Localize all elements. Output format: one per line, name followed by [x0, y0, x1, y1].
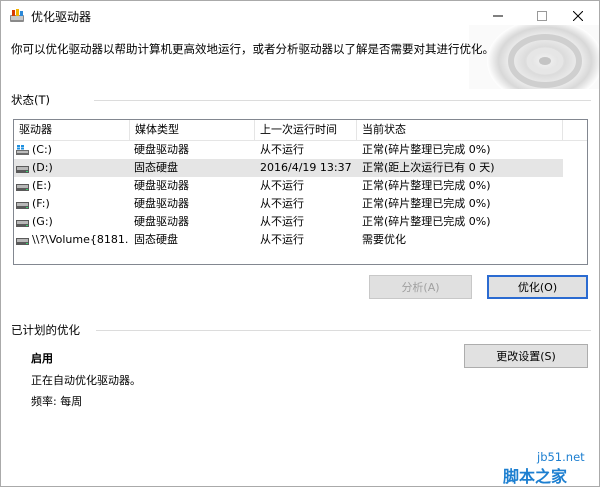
drive-name: (E:) [32, 179, 52, 192]
drive-name: (F:) [32, 197, 50, 210]
drive-icon [16, 166, 29, 173]
table-row[interactable]: (G:) 硬盘驱动器 从不运行 正常(碎片整理已完成 0%) [14, 213, 563, 231]
column-header-last-run[interactable]: 上一次运行时间 [255, 120, 357, 140]
defrag-app-icon [10, 9, 24, 22]
drive-name: \\?\Volume{8181... [32, 233, 128, 246]
drive-icon [16, 202, 29, 209]
maximize-icon [537, 11, 547, 21]
window-title: 优化驱动器 [31, 10, 92, 24]
drive-status: 正常(碎片整理已完成 0%) [362, 197, 491, 210]
description-text: 你可以优化驱动器以帮助计算机更高效地运行，或者分析驱动器以了解是否需要对其进行优… [11, 42, 494, 56]
close-icon [573, 11, 583, 21]
media-type: 固态硬盘 [134, 233, 178, 246]
drive-name: (G:) [32, 215, 53, 228]
table-row[interactable]: \\?\Volume{8181... 固态硬盘 从不运行 需要优化 [14, 231, 563, 249]
drive-status: 需要优化 [362, 233, 406, 246]
schedule-detail: 正在自动优化驱动器。 [31, 374, 141, 387]
drive-list[interactable]: 驱动器 媒体类型 上一次运行时间 当前状态 (C:) 硬盘驱动器 从不运行 正常… [13, 119, 588, 265]
drive-status: 正常(碎片整理已完成 0%) [362, 179, 491, 192]
last-run: 从不运行 [260, 215, 304, 228]
drive-name: (C:) [32, 143, 52, 156]
windows-drive-icon [16, 145, 29, 155]
minimize-icon [493, 15, 503, 17]
column-header-drive[interactable]: 驱动器 [14, 120, 130, 140]
media-type: 硬盘驱动器 [134, 197, 189, 210]
change-settings-button[interactable]: 更改设置(S) [464, 344, 588, 368]
status-section-title: 状态(T) [11, 93, 50, 107]
scheduled-divider [96, 330, 591, 331]
drive-status: 正常(距上次运行已有 0 天) [362, 161, 495, 174]
column-header-media-type[interactable]: 媒体类型 [130, 120, 255, 140]
last-run: 2016/4/19 13:37 [260, 161, 352, 174]
watermark-logo: 脚本之家 [503, 467, 568, 486]
schedule-state: 启用 [31, 352, 53, 365]
media-type: 硬盘驱动器 [134, 143, 189, 156]
last-run: 从不运行 [260, 143, 304, 156]
drive-icon [16, 238, 29, 245]
swirl-decoration-icon [469, 25, 599, 89]
drive-list-header: 驱动器 媒体类型 上一次运行时间 当前状态 [14, 120, 587, 141]
column-header-status[interactable]: 当前状态 [357, 120, 563, 140]
media-type: 固态硬盘 [134, 161, 178, 174]
table-row[interactable]: (E:) 硬盘驱动器 从不运行 正常(碎片整理已完成 0%) [14, 177, 563, 195]
table-row[interactable]: (C:) 硬盘驱动器 从不运行 正常(碎片整理已完成 0%) [14, 141, 563, 159]
media-type: 硬盘驱动器 [134, 215, 189, 228]
optimize-drives-window: 优化驱动器 你可以优化驱动器以帮助计算机更高效地运行，或者分析驱动器以了解是否需… [0, 0, 600, 487]
watermark-site: jb51.net [537, 450, 585, 464]
status-divider [94, 100, 591, 101]
drive-icon [16, 184, 29, 191]
last-run: 从不运行 [260, 179, 304, 192]
media-type: 硬盘驱动器 [134, 179, 189, 192]
drive-status: 正常(碎片整理已完成 0%) [362, 143, 491, 156]
last-run: 从不运行 [260, 233, 304, 246]
scheduled-section-title: 已计划的优化 [11, 323, 80, 337]
drive-name: (D:) [32, 161, 53, 174]
optimize-button[interactable]: 优化(O) [487, 275, 588, 299]
table-row-selected[interactable]: (D:) 固态硬盘 2016/4/19 13:37 正常(距上次运行已有 0 天… [14, 159, 563, 177]
last-run: 从不运行 [260, 197, 304, 210]
schedule-frequency: 频率: 每周 [31, 395, 83, 408]
table-row[interactable]: (F:) 硬盘驱动器 从不运行 正常(碎片整理已完成 0%) [14, 195, 563, 213]
analyze-button[interactable]: 分析(A) [369, 275, 472, 299]
drive-status: 正常(碎片整理已完成 0%) [362, 215, 491, 228]
drive-icon [16, 220, 29, 227]
